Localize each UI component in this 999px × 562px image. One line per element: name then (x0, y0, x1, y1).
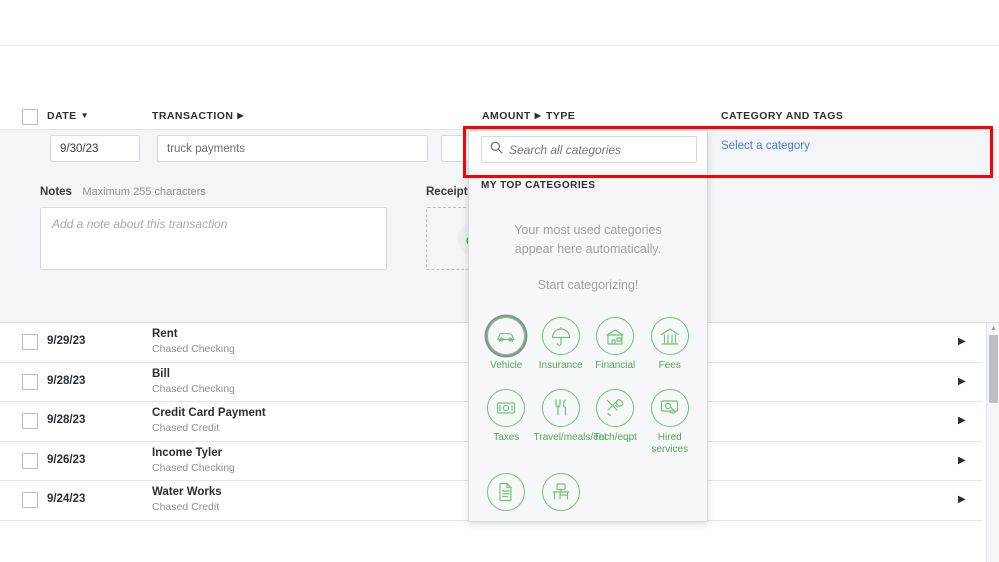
category-item-label: Hired services (643, 432, 698, 457)
row-account: Chased Credit (152, 501, 219, 513)
desk-icon (542, 473, 580, 511)
handshake-icon (651, 389, 689, 427)
category-item-desk[interactable] (534, 473, 589, 516)
row-transaction-name: Bill (152, 368, 170, 380)
edit-transaction-input[interactable]: truck payments (157, 135, 428, 162)
top-blank-strip (0, 0, 999, 46)
row-expand-icon[interactable]: ▶ (958, 336, 966, 347)
empty-line-3: Start categorizing! (491, 276, 685, 295)
column-header-date-label: DATE (47, 110, 77, 122)
notes-textarea[interactable]: Add a note about this transaction (40, 207, 387, 270)
row-account: Chased Checking (152, 462, 235, 474)
column-header-type: TYPE (546, 110, 575, 122)
empty-line-2: appear here automatically. (491, 240, 685, 259)
search-icon (490, 141, 503, 159)
money-icon (487, 389, 525, 427)
utensils-icon (542, 389, 580, 427)
empty-line-1: Your most used categories (491, 221, 685, 240)
bank-icon (651, 317, 689, 355)
row-checkbox[interactable] (22, 492, 38, 508)
select-all-checkbox[interactable] (22, 109, 38, 125)
row-transaction-name: Credit Card Payment (152, 407, 266, 419)
document-icon (487, 473, 525, 511)
bank-shop-icon (596, 317, 634, 355)
row-account: Chased Checking (152, 343, 235, 355)
scroll-up-icon[interactable]: ▲ (990, 325, 997, 332)
row-checkbox[interactable] (22, 413, 38, 429)
sort-desc-icon: ▼ (81, 111, 89, 120)
select-a-category-link[interactable]: Select a category (721, 140, 810, 152)
column-header-amount[interactable]: AMOUNT ▶ (482, 110, 541, 122)
row-date: 9/24/23 (47, 493, 85, 505)
category-search-wrapper (481, 136, 697, 163)
category-item-label: Taxes (479, 432, 534, 445)
row-expand-icon[interactable]: ▶ (958, 455, 966, 466)
column-header-transaction-label: TRANSACTION (152, 110, 233, 122)
row-date: 9/29/23 (47, 335, 85, 347)
category-item-label: Tech/eqpt (588, 432, 643, 445)
category-search-input[interactable] (509, 143, 688, 157)
row-transaction-name: Water Works (152, 486, 222, 498)
column-header-row: DATE ▼ TRANSACTION ▶ AMOUNT ▶ TYPE CATEGORY… (0, 103, 999, 129)
category-icon-grid: VehicleInsuranceFinancialFees TaxesTravel… (469, 295, 707, 522)
category-item-label: Insurance (534, 360, 589, 373)
row-account: Chased Checking (152, 383, 235, 395)
row-expand-icon[interactable]: ▶ (958, 494, 966, 505)
category-dropdown-body: MY TOP CATEGORIES Your most used categor… (469, 169, 707, 521)
row-date: 9/28/23 (47, 375, 85, 387)
category-item-tools[interactable]: Tech/eqpt (588, 389, 643, 457)
category-item-bank-shop[interactable]: Financial (588, 317, 643, 373)
category-search-box[interactable] (481, 136, 697, 163)
row-checkbox[interactable] (22, 334, 38, 350)
row-transaction-name: Income Tyler (152, 447, 222, 459)
row-checkbox[interactable] (22, 453, 38, 469)
category-empty-state: Your most used categories appear here au… (469, 191, 707, 295)
notes-label: Notes (40, 186, 72, 198)
edit-date-input[interactable]: 9/30/23 (50, 135, 140, 162)
category-item-label: Travel/meals/ent (534, 432, 589, 445)
category-item-label: Financial (588, 360, 643, 373)
car-icon (487, 317, 525, 355)
row-account: Chased Credit (152, 422, 219, 434)
category-item-umbrella[interactable]: Insurance (534, 317, 589, 373)
umbrella-icon (542, 317, 580, 355)
row-date: 9/28/23 (47, 414, 85, 426)
column-header-category-and-tags: CATEGORY AND TAGS (721, 110, 843, 122)
sort-icon: ▶ (237, 111, 244, 120)
filter-bar: Type: All Account: All Last 12 months Ta… (0, 46, 999, 103)
column-header-transaction[interactable]: TRANSACTION ▶ (152, 110, 244, 122)
transaction-list-scrollbar[interactable]: ▲ (986, 323, 999, 562)
scrollbar-thumb[interactable] (989, 335, 998, 403)
tools-icon (596, 389, 634, 427)
column-header-date[interactable]: DATE ▼ (47, 110, 89, 122)
my-top-categories-title: MY TOP CATEGORIES (469, 169, 707, 191)
receipt-label: Receipt (426, 186, 468, 198)
category-item-bank[interactable]: Fees (643, 317, 698, 373)
row-expand-icon[interactable]: ▶ (958, 415, 966, 426)
category-item-handshake[interactable]: Hired services (643, 389, 698, 457)
category-item-label: Vehicle (479, 360, 534, 373)
category-dropdown: MY TOP CATEGORIES Your most used categor… (468, 130, 708, 522)
category-item-money[interactable]: Taxes (479, 389, 534, 457)
category-item-car[interactable]: Vehicle (479, 317, 534, 373)
category-item-label: Fees (643, 360, 698, 373)
column-header-amount-label: AMOUNT (482, 110, 531, 122)
row-transaction-name: Rent (152, 328, 178, 340)
row-date: 9/26/23 (47, 454, 85, 466)
notes-section: Notes Maximum 255 characters Add a note … (40, 182, 387, 270)
category-item-utensils[interactable]: Travel/meals/ent (534, 389, 589, 457)
category-item-document[interactable] (479, 473, 534, 516)
row-checkbox[interactable] (22, 374, 38, 390)
sort-icon: ▶ (535, 111, 542, 120)
transactions-page: Type: All Account: All Last 12 months Ta… (0, 0, 999, 562)
row-expand-icon[interactable]: ▶ (958, 376, 966, 387)
notes-hint: Maximum 255 characters (82, 186, 206, 198)
